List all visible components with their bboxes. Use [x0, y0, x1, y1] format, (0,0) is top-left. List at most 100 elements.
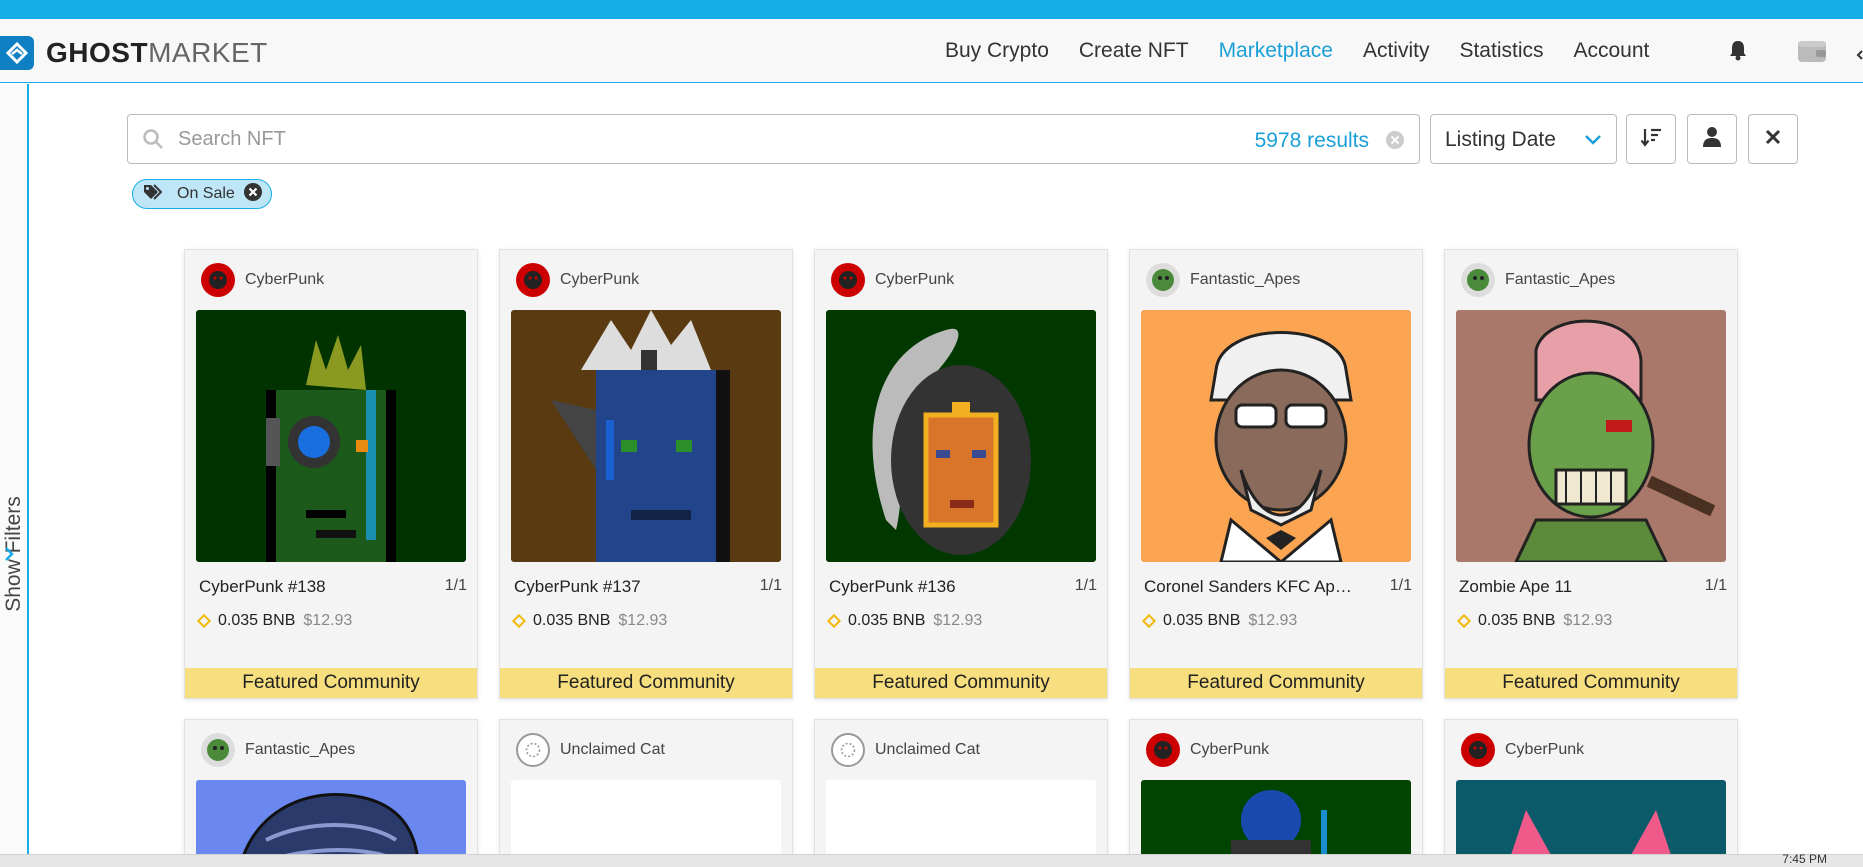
creator-name[interactable]: CyberPunk [245, 271, 324, 289]
creator-name[interactable]: CyberPunk [1505, 741, 1584, 759]
taskbar-clock: 7:45 PM [1782, 852, 1827, 866]
sort-selected-label: Listing Date [1445, 128, 1556, 151]
close-icon [1764, 128, 1782, 151]
creator-avatar[interactable] [516, 733, 550, 767]
bnb-icon [511, 613, 527, 629]
creator-avatar[interactable] [201, 733, 235, 767]
card-header: Fantastic_Apes [1461, 263, 1615, 297]
bnb-icon [1141, 613, 1157, 629]
card-header: CyberPunk [516, 263, 639, 297]
sort-order-button[interactable] [1626, 114, 1676, 164]
price-fiat: $12.93 [1563, 612, 1613, 629]
nft-name[interactable]: CyberPunk #137 [514, 577, 724, 597]
nft-card[interactable]: CyberPunk CyberPunk #136 1/1 0.035 BNB $… [814, 249, 1108, 699]
nft-card[interactable]: Unclaimed Cat [814, 719, 1108, 867]
creator-name[interactable]: CyberPunk [560, 271, 639, 289]
chevron-right-icon [3, 546, 15, 567]
price-row: 0.035 BNB $12.93 [196, 612, 352, 630]
nft-name[interactable]: Zombie Ape 11 [1459, 577, 1669, 597]
creator-avatar[interactable] [516, 263, 550, 297]
nft-edition: 1/1 [759, 577, 782, 594]
nft-card[interactable]: CyberPunk [1444, 719, 1738, 867]
nft-image[interactable] [1456, 310, 1726, 562]
featured-community-badge: Featured Community [815, 668, 1107, 698]
card-header: Unclaimed Cat [831, 733, 980, 767]
creator-avatar[interactable] [831, 733, 865, 767]
nav-statistics[interactable]: Statistics [1459, 39, 1543, 63]
card-header: CyberPunk [831, 263, 954, 297]
card-header: Fantastic_Apes [1146, 263, 1300, 297]
creator-avatar[interactable] [1461, 733, 1495, 767]
creator-name[interactable]: CyberPunk [875, 271, 954, 289]
featured-community-badge: Featured Community [185, 668, 477, 698]
search-icon [142, 128, 164, 155]
nft-image[interactable] [196, 310, 466, 562]
logo[interactable]: GHOSTMARKET [0, 36, 268, 70]
nft-edition: 1/1 [1074, 577, 1097, 594]
close-filters-button[interactable] [1748, 114, 1798, 164]
nav-links: Buy Crypto Create NFT Marketplace Activi… [945, 19, 1679, 83]
nft-card[interactable]: CyberPunk CyberPunk #137 1/1 0.035 BNB $… [499, 249, 793, 699]
creator-avatar[interactable] [831, 263, 865, 297]
overflow-arrow-icon[interactable] [1856, 47, 1863, 65]
price-fiat: $12.93 [1248, 612, 1298, 629]
tags-icon [143, 183, 165, 206]
remove-filter-icon[interactable] [243, 182, 263, 207]
nft-card[interactable]: Fantastic_Apes [184, 719, 478, 867]
card-header: CyberPunk [1146, 733, 1269, 767]
card-header: CyberPunk [1461, 733, 1584, 767]
nav-account[interactable]: Account [1574, 39, 1650, 63]
creator-name[interactable]: Fantastic_Apes [1505, 271, 1615, 289]
creator-avatar[interactable] [1146, 263, 1180, 297]
price-row: 0.035 BNB $12.93 [1141, 612, 1298, 630]
price-row: 0.035 BNB $12.93 [511, 612, 668, 630]
nav-buy-crypto[interactable]: Buy Crypto [945, 39, 1049, 63]
nft-image[interactable] [826, 310, 1096, 562]
creator-name[interactable]: Fantastic_Apes [245, 741, 355, 759]
filters-sidebar-toggle[interactable]: Show Filters [0, 84, 29, 854]
search-bar: 5978 results [127, 114, 1420, 164]
card-header: CyberPunk [201, 263, 324, 297]
sort-dropdown[interactable]: Listing Date [1430, 114, 1617, 164]
nft-name[interactable]: Coronel Sanders KFC Ape... [1144, 577, 1354, 597]
wallet-icon[interactable] [1797, 38, 1827, 69]
bnb-icon [196, 613, 212, 629]
bnb-icon [1456, 613, 1472, 629]
nft-card[interactable]: Fantastic_Apes Zombie Ape 11 1/1 0.035 B… [1444, 249, 1738, 699]
nft-image[interactable] [511, 310, 781, 562]
nav-marketplace[interactable]: Marketplace [1219, 39, 1333, 63]
nft-edition: 1/1 [1704, 577, 1727, 594]
results-count: 5978 results [1254, 129, 1369, 152]
nav-create-nft[interactable]: Create NFT [1079, 39, 1189, 63]
ghost-logo-icon [0, 36, 34, 70]
clear-search-icon[interactable] [1385, 130, 1405, 155]
creator-avatar[interactable] [1461, 263, 1495, 297]
nft-card[interactable]: CyberPunk CyberPunk #138 1/1 0.035 BNB $… [184, 249, 478, 699]
price-crypto: 0.035 BNB [533, 612, 611, 629]
creator-name[interactable]: Fantastic_Apes [1190, 271, 1300, 289]
nav-activity[interactable]: Activity [1363, 39, 1430, 63]
user-filter-button[interactable] [1687, 114, 1737, 164]
price-crypto: 0.035 BNB [1163, 612, 1241, 629]
nft-card[interactable]: Fantastic_Apes Coronel Sanders KFC Ape..… [1129, 249, 1423, 699]
creator-avatar[interactable] [1146, 733, 1180, 767]
nft-name[interactable]: CyberPunk #138 [199, 577, 409, 597]
bell-icon[interactable] [1728, 39, 1748, 66]
search-input[interactable] [178, 115, 1178, 163]
nft-edition: 1/1 [444, 577, 467, 594]
price-row: 0.035 BNB $12.93 [826, 612, 982, 630]
top-accent-bar [0, 0, 1863, 19]
creator-avatar[interactable] [201, 263, 235, 297]
nft-image[interactable] [1141, 310, 1411, 562]
creator-name[interactable]: CyberPunk [1190, 741, 1269, 759]
price-fiat: $12.93 [618, 612, 668, 629]
bnb-icon [826, 613, 842, 629]
chevron-down-icon [1584, 133, 1602, 151]
nft-name[interactable]: CyberPunk #136 [829, 577, 1039, 597]
creator-name[interactable]: Unclaimed Cat [560, 741, 665, 759]
creator-name[interactable]: Unclaimed Cat [875, 741, 980, 759]
os-taskbar: 7:45 PM [0, 852, 1863, 867]
nft-card[interactable]: Unclaimed Cat [499, 719, 793, 867]
card-header: Unclaimed Cat [516, 733, 665, 767]
nft-card[interactable]: CyberPunk [1129, 719, 1423, 867]
